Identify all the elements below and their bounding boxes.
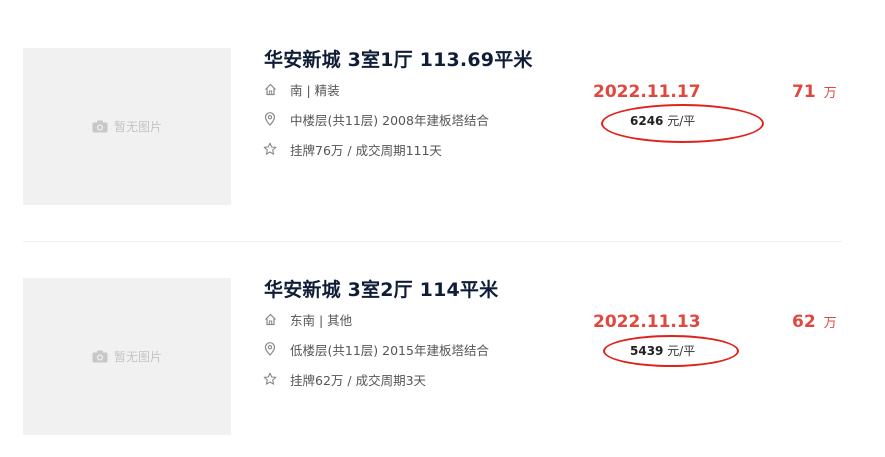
total-price-value: 62 (792, 312, 816, 332)
no-image-text: 暂无图片 (113, 350, 162, 364)
deal-listing[interactable]: 暂无图片 华安新城 3室1厅 113.69平米 南 | 精装 中楼层(共11层)… (0, 0, 885, 205)
location-pin-icon (263, 112, 277, 126)
listing-title[interactable]: 华安新城 3室1厅 113.69平米 (264, 45, 533, 72)
listing-thumbnail[interactable]: 暂无图片 (23, 48, 231, 205)
star-icon (263, 142, 277, 156)
house-icon (263, 82, 277, 96)
listing-info: 挂牌62万 / 成交周期3天 (263, 370, 426, 388)
deal-listing[interactable]: 暂无图片 华安新城 3室2厅 114平米 东南 | 其他 低楼层(共11层) 2… (0, 230, 885, 435)
floor-info-text: 中楼层(共11层) 2008年建板塔结合 (290, 112, 489, 128)
house-info: 南 | 精装 (263, 80, 340, 98)
camera-icon (92, 120, 108, 133)
house-info: 东南 | 其他 (263, 310, 352, 328)
camera-icon (92, 350, 108, 363)
listing-title[interactable]: 华安新城 3室2厅 114平米 (264, 275, 498, 302)
orientation-decoration-text: 东南 | 其他 (290, 312, 353, 328)
deal-date: 2022.11.13 (593, 312, 701, 332)
floor-info: 中楼层(共11层) 2008年建板塔结合 (263, 110, 489, 128)
total-price-unit: 万 (823, 86, 837, 101)
listing-info-text: 挂牌76万 / 成交周期111天 (290, 142, 442, 158)
star-icon (263, 372, 277, 386)
total-price: 71 万 (792, 82, 837, 102)
floor-info-text: 低楼层(共11层) 2015年建板塔结合 (290, 342, 489, 358)
total-price-value: 71 (792, 82, 816, 102)
listing-info-text: 挂牌62万 / 成交周期3天 (290, 372, 427, 388)
no-image-text: 暂无图片 (113, 120, 162, 134)
listing-info: 挂牌76万 / 成交周期111天 (263, 140, 442, 158)
total-price-unit: 万 (823, 316, 837, 331)
location-pin-icon (263, 342, 277, 356)
floor-info: 低楼层(共11层) 2015年建板塔结合 (263, 340, 489, 358)
house-icon (263, 312, 277, 326)
orientation-decoration-text: 南 | 精装 (290, 82, 340, 98)
listing-thumbnail[interactable]: 暂无图片 (23, 278, 231, 435)
annotation-circle (603, 335, 739, 367)
deal-date: 2022.11.17 (593, 82, 701, 102)
annotation-circle (601, 104, 764, 143)
total-price: 62 万 (792, 312, 837, 332)
